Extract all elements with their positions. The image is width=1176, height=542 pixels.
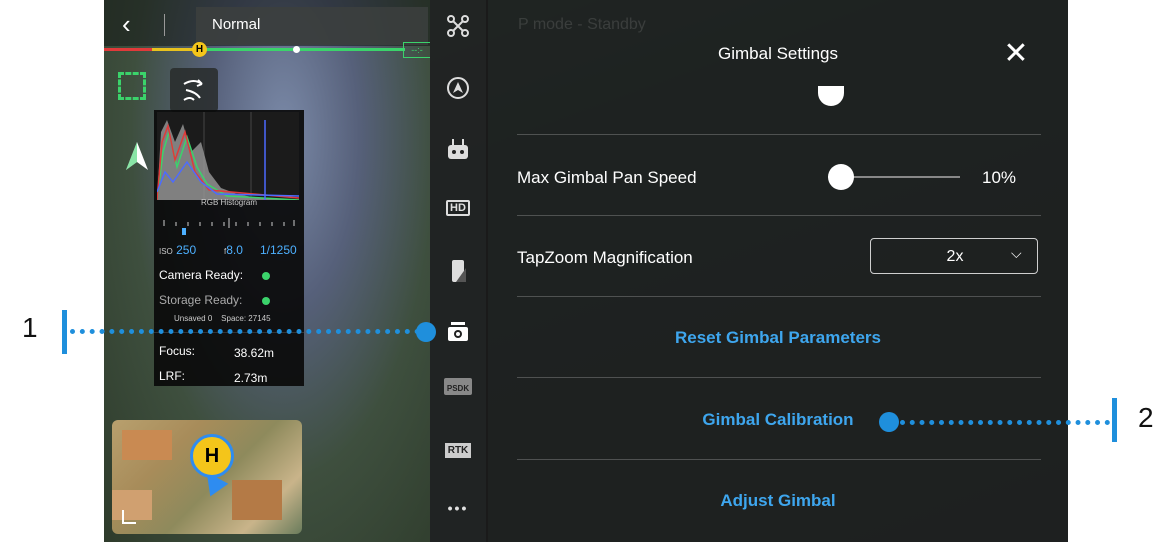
storage-ready-label: Storage Ready: (159, 293, 243, 307)
psdk-icon[interactable]: PSDK (430, 378, 486, 395)
histogram-title: RGB Histogram (200, 198, 257, 207)
battery-icon[interactable] (430, 258, 486, 287)
mini-map[interactable]: H (112, 420, 302, 534)
aperture-readout: f8.0 (224, 243, 243, 257)
callout-number-2: 2 (1138, 402, 1154, 433)
camera-ready-indicator (262, 272, 270, 280)
camera-live-view[interactable]: ‹ Normal H --:- RGB Histogram ISO 250 f8… (104, 0, 430, 542)
background-mode-text: P mode - Standby (518, 16, 646, 33)
rtk-icon[interactable]: RTK (430, 442, 486, 458)
flight-mode-label: Normal (212, 16, 261, 33)
row-divider (517, 296, 1041, 297)
pan-speed-value: 10% (982, 168, 1017, 187)
aperture-value: 8.0 (226, 243, 243, 257)
compass-icon (126, 142, 148, 170)
app-screen: ‹ Normal H --:- RGB Histogram ISO 250 f8… (104, 0, 1068, 542)
chevron-left-icon: ‹ (122, 9, 131, 39)
home-point-icon: H (192, 42, 207, 57)
gimbal-settings-panel: P mode - Standby Gimbal Settings ✕ Max G… (488, 0, 1068, 542)
max-pan-speed-label: Max Gimbal Pan Speed (517, 168, 697, 187)
callout-marker-1 (416, 322, 436, 342)
more-icon[interactable]: ••• (430, 500, 486, 516)
row-divider (517, 134, 1041, 135)
camera-ready-label: Camera Ready: (159, 268, 244, 282)
chevron-down-icon: ⌵ (1011, 245, 1022, 261)
row-divider (517, 377, 1041, 378)
exposure-scale (163, 218, 295, 228)
row-divider (517, 215, 1041, 216)
space-value: 27145 (248, 314, 271, 323)
tapzoom-label: TapZoom Magnification (517, 248, 693, 267)
flight-bar-red (104, 48, 152, 51)
divider (164, 14, 165, 36)
rgb-histogram-graph (157, 112, 299, 200)
iso-value: 250 (176, 243, 197, 257)
lrf-value: 2.73m (234, 371, 268, 385)
map-building (232, 480, 282, 520)
callout-number-1: 1 (22, 312, 38, 343)
lrf-label: LRF: (159, 369, 186, 383)
space-label: Space: (221, 314, 247, 323)
histogram-panel: RGB Histogram ISO 250 f8.0 1/1250 Camera… (154, 110, 304, 386)
close-button[interactable]: ✕ (1001, 37, 1031, 70)
gimbal-camera-icon[interactable] (430, 320, 486, 347)
exposure-marker (182, 228, 186, 235)
aircraft-position-dot (293, 46, 300, 53)
slider-knob-partial[interactable] (818, 86, 844, 106)
callout-bar-1 (62, 310, 67, 354)
rth-distance-marker-icon: --:- (403, 42, 430, 58)
shutter-value: 1/1250 (260, 243, 297, 257)
focus-value: 38.62m (234, 346, 275, 360)
unsaved-label: Unsaved (174, 314, 206, 323)
storage-info: Unsaved 0 Space: 27145 (174, 314, 271, 323)
callout-line-1 (70, 329, 420, 334)
focus-label: Focus: (159, 344, 196, 358)
focus-frame-icon[interactable] (118, 72, 146, 100)
smart-track-icon (183, 79, 203, 101)
minimize-icon[interactable] (122, 510, 136, 524)
smart-track-button[interactable] (170, 68, 218, 112)
storage-ready-indicator (262, 297, 270, 305)
hd-transmission-icon[interactable]: HD (430, 200, 486, 216)
remote-controller-icon[interactable] (430, 138, 486, 165)
obstacle-avoidance-icon[interactable] (430, 76, 486, 103)
adjust-gimbal-button[interactable]: Adjust Gimbal (488, 491, 1068, 511)
iso-label: ISO (159, 247, 173, 256)
iso-readout: ISO 250 (159, 243, 196, 257)
row-divider (517, 459, 1041, 460)
hd-label: HD (446, 200, 470, 216)
pan-speed-slider-knob[interactable] (828, 164, 854, 190)
panel-title: Gimbal Settings (718, 44, 838, 63)
shutter-readout: 1/1250 (260, 243, 297, 257)
settings-icon-strip: HD PSDK RTK ••• (430, 0, 486, 542)
reset-gimbal-button[interactable]: Reset Gimbal Parameters (488, 328, 1068, 348)
unsaved-value: 0 (207, 314, 213, 323)
flight-bar-green (202, 48, 405, 51)
callout-line-2 (900, 420, 1110, 425)
rtk-label: RTK (444, 443, 472, 458)
home-point-icon: H (190, 434, 234, 478)
tapzoom-select[interactable]: 2x ⌵ (870, 238, 1038, 274)
close-icon: ✕ (1003, 37, 1029, 70)
aircraft-icon[interactable] (430, 14, 486, 41)
map-building (122, 430, 172, 460)
callout-marker-2 (879, 412, 899, 432)
callout-bar-2 (1112, 398, 1117, 442)
psdk-label: PSDK (443, 378, 473, 395)
back-button[interactable]: ‹ (122, 8, 148, 40)
